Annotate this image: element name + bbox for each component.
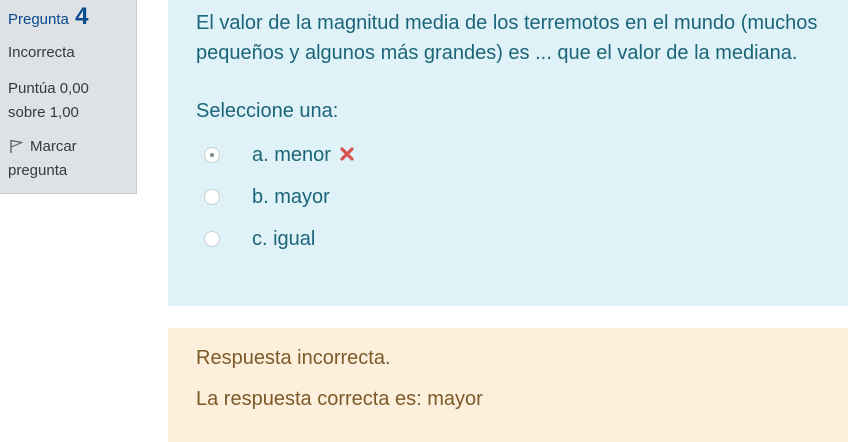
radio-selected-dot — [210, 153, 214, 157]
answer-option-b[interactable]: b. mayor — [196, 176, 828, 218]
question-content: El valor de la magnitud media de los ter… — [168, 0, 848, 306]
question-grade: Puntúa 0,00 sobre 1,00 — [8, 80, 89, 121]
question-label: Pregunta — [8, 11, 69, 28]
flag-question-toggle[interactable]: Marcar pregunta — [8, 135, 130, 183]
question-number: 4 — [75, 3, 89, 30]
question-heading: Pregunta 4 — [8, 4, 130, 33]
radio-option-b[interactable] — [204, 189, 220, 205]
flag-icon — [8, 138, 24, 154]
question-text: El valor de la magnitud media de los ter… — [196, 12, 818, 64]
feedback-result: Respuesta incorrecta. — [196, 347, 391, 369]
x-icon — [339, 145, 355, 161]
feedback-panel: Respuesta incorrecta. La respuesta corre… — [168, 328, 848, 442]
answer-prompt: Seleccione una: — [196, 100, 339, 122]
answer-options: a. menor b. mayor c. igual — [196, 134, 828, 260]
question-info-panel: Pregunta 4 Incorrecta Puntúa 0,00 sobre … — [0, 0, 137, 194]
radio-option-c[interactable] — [204, 231, 220, 247]
answer-option-a[interactable]: a. menor — [196, 134, 828, 176]
feedback-correct-answer: La respuesta correcta es: mayor — [196, 388, 483, 410]
option-label-a: a. menor — [252, 144, 355, 167]
option-label-b: b. mayor — [252, 185, 330, 208]
radio-option-a[interactable] — [204, 147, 220, 163]
option-label-c: c. igual — [252, 227, 316, 250]
question-state: Incorrecta — [8, 44, 75, 61]
answer-option-c[interactable]: c. igual — [196, 218, 828, 260]
